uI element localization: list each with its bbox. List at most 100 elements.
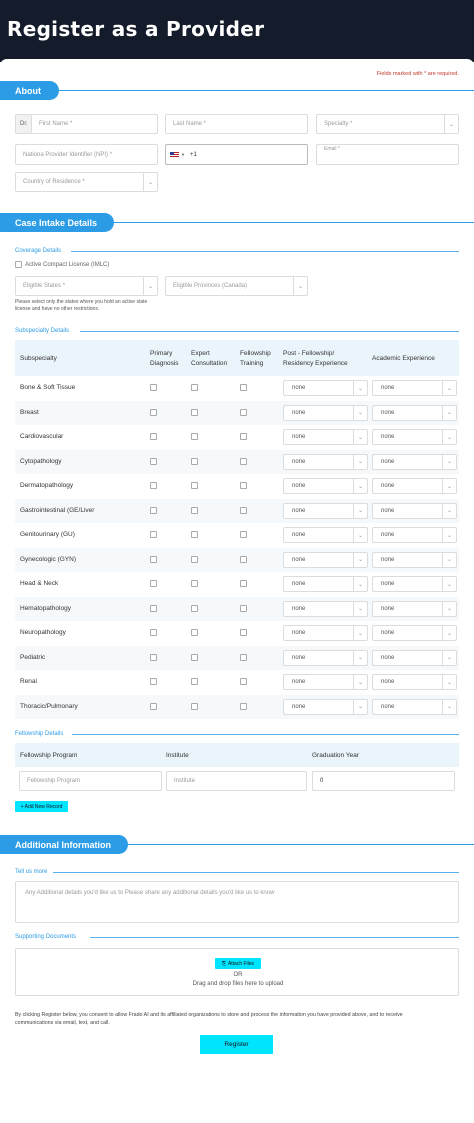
- academic-experience-select[interactable]: none ⌄: [372, 649, 457, 666]
- post-fellowship-select[interactable]: none ⌄: [283, 429, 368, 445]
- primary-diagnosis-checkbox[interactable]: [150, 653, 157, 661]
- post-fellowship-select[interactable]: none ⌄: [283, 674, 368, 690]
- attach-icon: ⎘: [221, 960, 226, 967]
- states-note-line-2: license and have no other restrictions.: [15, 306, 100, 312]
- fellowship-training-checkbox[interactable]: [240, 555, 247, 563]
- prefix-field[interactable]: Dr.: [15, 114, 32, 134]
- expert-consultation-checkbox[interactable]: [191, 653, 198, 661]
- fellowship-training-checkbox[interactable]: [240, 653, 247, 661]
- primary-diagnosis-checkbox[interactable]: [150, 457, 157, 465]
- country-select[interactable]: Country of Residence * ⌄: [15, 172, 158, 192]
- table-row: Head & Neck none ⌄ none ⌄: [15, 572, 459, 597]
- email-input[interactable]: Email *: [316, 144, 459, 165]
- post-fellowship-select[interactable]: none ⌄: [283, 551, 368, 568]
- institute-input[interactable]: Institute: [166, 771, 307, 791]
- add-new-record-button[interactable]: + Add New Record: [15, 801, 68, 812]
- fellowship-program-input[interactable]: Fellowship Program: [19, 771, 162, 791]
- post-fellowship-select[interactable]: none ⌄: [283, 625, 368, 641]
- file-dropzone[interactable]: ⎘ Attach Files OR Drag and drop files he…: [15, 948, 459, 996]
- imlc-checkbox-row[interactable]: Active Compact License (IMLC): [15, 261, 109, 268]
- phone-input[interactable]: ▼ +1: [165, 144, 308, 165]
- fellowship-training-checkbox[interactable]: [240, 384, 247, 391]
- col-fellowship-line1: Fellowship: [240, 350, 271, 357]
- expert-consultation-checkbox[interactable]: [191, 580, 198, 587]
- attach-files-button[interactable]: ⎘ Attach Files: [215, 958, 261, 969]
- primary-diagnosis-checkbox[interactable]: [150, 580, 157, 587]
- academic-experience-value: none: [381, 507, 395, 514]
- primary-diagnosis-checkbox[interactable]: [150, 531, 157, 538]
- chevron-down-icon: ⌄: [444, 115, 458, 133]
- expert-consultation-checkbox[interactable]: [191, 531, 198, 538]
- imlc-checkbox[interactable]: [15, 261, 22, 268]
- primary-diagnosis-checkbox[interactable]: [150, 629, 157, 636]
- expert-consultation-checkbox[interactable]: [191, 433, 198, 440]
- graduation-year-input[interactable]: 0: [312, 771, 455, 791]
- expert-consultation-checkbox[interactable]: [191, 384, 198, 391]
- fellowship-training-checkbox[interactable]: [240, 604, 247, 612]
- academic-experience-select[interactable]: none ⌄: [372, 698, 457, 715]
- expert-consultation-checkbox[interactable]: [191, 555, 198, 563]
- academic-experience-select[interactable]: none ⌄: [372, 625, 457, 641]
- expert-consultation-checkbox[interactable]: [191, 629, 198, 636]
- last-name-input[interactable]: Last Name *: [165, 114, 308, 134]
- primary-diagnosis-checkbox[interactable]: [150, 702, 157, 710]
- fellowship-training-checkbox[interactable]: [240, 531, 247, 538]
- academic-experience-select[interactable]: none ⌄: [372, 674, 457, 690]
- specialty-select[interactable]: Specialty * ⌄: [316, 114, 459, 134]
- primary-diagnosis-checkbox[interactable]: [150, 384, 157, 391]
- fellowship-training-checkbox[interactable]: [240, 580, 247, 587]
- fellowship-training-checkbox[interactable]: [240, 678, 247, 685]
- post-fellowship-value: none: [292, 458, 306, 465]
- expert-consultation-checkbox[interactable]: [191, 702, 198, 710]
- fellowship-training-checkbox[interactable]: [240, 702, 247, 710]
- expert-consultation-checkbox[interactable]: [191, 604, 198, 612]
- primary-diagnosis-checkbox[interactable]: [150, 604, 157, 612]
- fellowship-training-checkbox[interactable]: [240, 457, 247, 465]
- npi-input[interactable]: Nationa Provider Identifier (NPI) *: [15, 144, 158, 165]
- chevron-down-icon: ⌄: [442, 405, 456, 420]
- primary-diagnosis-checkbox[interactable]: [150, 433, 157, 440]
- academic-experience-select[interactable]: none ⌄: [372, 600, 457, 617]
- expert-consultation-checkbox[interactable]: [191, 506, 198, 514]
- fellowship-training-checkbox[interactable]: [240, 506, 247, 514]
- academic-experience-select[interactable]: none ⌄: [372, 551, 457, 568]
- post-fellowship-select[interactable]: none ⌄: [283, 478, 368, 494]
- post-fellowship-select[interactable]: none ⌄: [283, 698, 368, 715]
- expert-consultation-checkbox[interactable]: [191, 678, 198, 685]
- academic-experience-select[interactable]: none ⌄: [372, 404, 457, 421]
- fellowship-training-checkbox[interactable]: [240, 433, 247, 440]
- primary-diagnosis-checkbox[interactable]: [150, 482, 157, 489]
- academic-experience-select[interactable]: none ⌄: [372, 429, 457, 445]
- post-fellowship-select[interactable]: none ⌄: [283, 600, 368, 617]
- expert-consultation-checkbox[interactable]: [191, 482, 198, 489]
- post-fellowship-select[interactable]: none ⌄: [283, 502, 368, 519]
- expert-consultation-checkbox[interactable]: [191, 408, 198, 416]
- academic-experience-select[interactable]: none ⌄: [372, 576, 457, 592]
- academic-experience-select[interactable]: none ⌄: [372, 478, 457, 494]
- academic-experience-select[interactable]: none ⌄: [372, 380, 457, 396]
- post-fellowship-select[interactable]: none ⌄: [283, 380, 368, 396]
- us-flag-icon[interactable]: [170, 151, 179, 158]
- eligible-states-select[interactable]: Eligible States * ⌄: [15, 276, 158, 296]
- primary-diagnosis-checkbox[interactable]: [150, 678, 157, 685]
- expert-consultation-checkbox[interactable]: [191, 457, 198, 465]
- academic-experience-select[interactable]: none ⌄: [372, 527, 457, 543]
- post-fellowship-select[interactable]: none ⌄: [283, 527, 368, 543]
- primary-diagnosis-checkbox[interactable]: [150, 506, 157, 514]
- academic-experience-select[interactable]: none ⌄: [372, 453, 457, 470]
- tell-us-more-textarea[interactable]: Any Additional details you'd like us to …: [15, 881, 459, 923]
- primary-diagnosis-checkbox[interactable]: [150, 408, 157, 416]
- post-fellowship-select[interactable]: none ⌄: [283, 404, 368, 421]
- register-button[interactable]: Register: [200, 1035, 273, 1054]
- fellowship-training-checkbox[interactable]: [240, 629, 247, 636]
- primary-diagnosis-checkbox[interactable]: [150, 555, 157, 563]
- post-fellowship-select[interactable]: none ⌄: [283, 453, 368, 470]
- post-fellowship-select[interactable]: none ⌄: [283, 649, 368, 666]
- first-name-input[interactable]: First Name *: [31, 114, 158, 134]
- post-fellowship-value: none: [292, 409, 306, 416]
- post-fellowship-select[interactable]: none ⌄: [283, 576, 368, 592]
- fellowship-training-checkbox[interactable]: [240, 408, 247, 416]
- academic-experience-select[interactable]: none ⌄: [372, 502, 457, 519]
- fellowship-training-checkbox[interactable]: [240, 482, 247, 489]
- eligible-provinces-select[interactable]: Eligible Provinces (Canada) ⌄: [165, 276, 308, 296]
